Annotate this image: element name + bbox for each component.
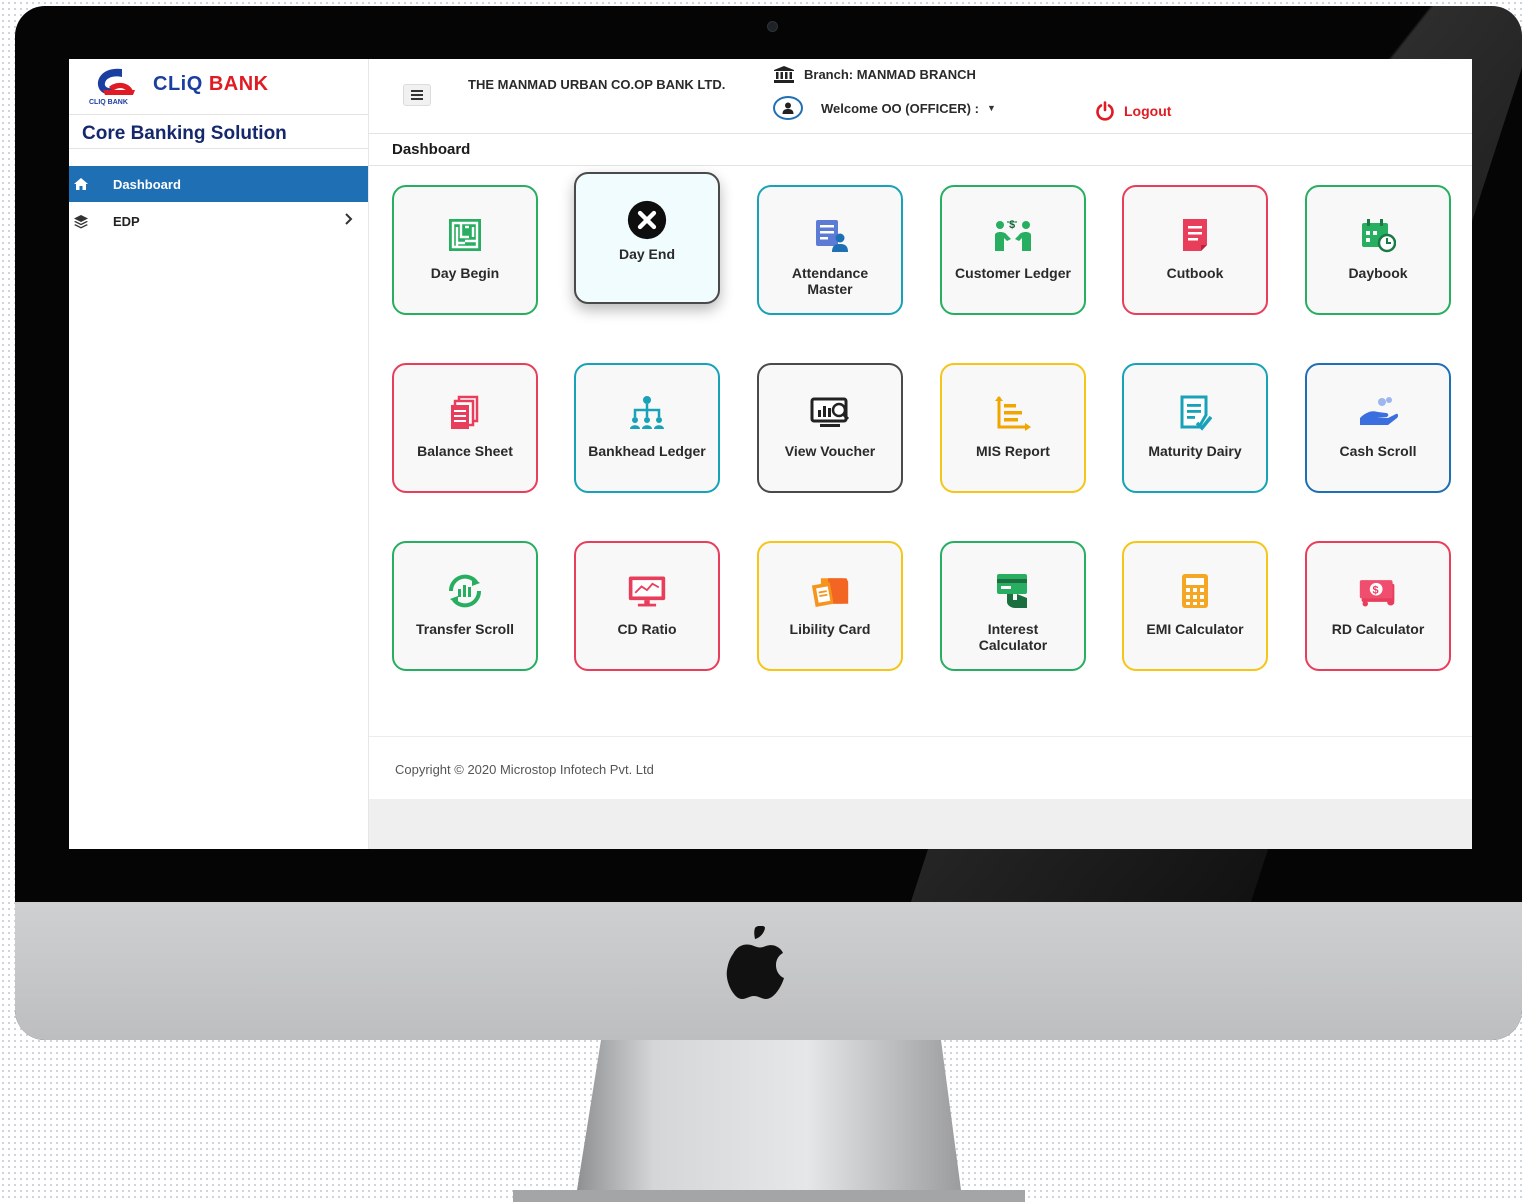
sidebar-item-label: EDP xyxy=(113,213,140,229)
close-circle-icon xyxy=(627,200,667,240)
sidebar-item-dashboard[interactable]: Dashboard xyxy=(69,166,368,202)
tile-label: Interest Calculator xyxy=(978,621,1048,653)
tile-label: Transfer Scroll xyxy=(415,621,515,637)
user-menu[interactable]: Welcome OO (OFFICER) : ▼ xyxy=(773,96,996,120)
document-icon xyxy=(1175,215,1215,255)
tile-label: Day End xyxy=(618,246,675,262)
sidebar: CLiQ BANK CLIQ BANK Core Banking Solutio… xyxy=(69,59,369,849)
tile-view-voucher[interactable]: View Voucher xyxy=(757,363,903,493)
tile-label: CD Ratio xyxy=(617,621,677,637)
brand-caption: CLIQ BANK xyxy=(89,99,128,106)
card-hand-icon xyxy=(993,571,1033,611)
bar-chart-icon xyxy=(993,393,1033,433)
copyright: Copyright © 2020 Microstop Infotech Pvt.… xyxy=(395,762,654,777)
tile-emi-calculator[interactable]: EMI Calculator xyxy=(1122,541,1268,671)
sidebar-item-edp[interactable]: EDP xyxy=(69,203,368,239)
tile-label: RD Calculator xyxy=(1331,621,1425,637)
folder-card-icon xyxy=(810,571,850,611)
svg-text:$: $ xyxy=(1373,585,1379,597)
branch-label: Branch: MANMAD BRANCH xyxy=(804,67,976,82)
app-screen: CLiQ BANK CLIQ BANK Core Banking Solutio… xyxy=(69,59,1472,849)
tile-transfer-scroll[interactable]: Transfer Scroll xyxy=(392,541,538,671)
monitor-search-icon xyxy=(810,393,850,433)
tile-customer-ledger[interactable]: $ Customer Ledger xyxy=(940,185,1086,315)
home-icon xyxy=(71,176,91,192)
tile-label: Customer Ledger xyxy=(955,265,1071,281)
logout-label: Logout xyxy=(1124,103,1172,119)
hand-coins-icon xyxy=(1358,393,1398,433)
tile-daybook[interactable]: Daybook xyxy=(1305,185,1451,315)
tile-day-begin[interactable]: Day Begin xyxy=(392,185,538,315)
monitor-stand xyxy=(513,1040,1025,1202)
cash-stack-icon: $ xyxy=(1358,571,1398,611)
attendance-icon xyxy=(810,215,850,255)
page-title: Dashboard xyxy=(392,141,471,158)
menu-toggle-button[interactable] xyxy=(403,84,431,106)
hierarchy-icon xyxy=(627,393,667,433)
calendar-clock-icon xyxy=(1358,215,1398,255)
tile-label: Cash Scroll xyxy=(1339,443,1417,459)
tile-rd-calculator[interactable]: $ RD Calculator xyxy=(1305,541,1451,671)
tile-bankhead-ledger[interactable]: Bankhead Ledger xyxy=(574,363,720,493)
bank-building-icon xyxy=(774,66,794,83)
branch-info: Branch: MANMAD BRANCH xyxy=(774,66,976,83)
calculator-icon xyxy=(1175,571,1215,611)
brand-name: CLiQ BANK xyxy=(153,73,269,96)
tile-balance-sheet[interactable]: Balance Sheet xyxy=(392,363,538,493)
tile-cd-ratio[interactable]: CD Ratio xyxy=(574,541,720,671)
tile-label: Maturity Dairy xyxy=(1148,443,1242,459)
logout-button[interactable]: Logout xyxy=(1095,101,1171,121)
tile-label: Daybook xyxy=(1348,265,1408,281)
apple-logo-icon xyxy=(726,926,784,1000)
tile-cutbook[interactable]: Cutbook xyxy=(1122,185,1268,315)
divider xyxy=(369,736,1472,737)
footer-band xyxy=(369,799,1472,849)
top-header: THE MANMAD URBAN CO.OP BANK LTD. Branch:… xyxy=(369,59,1472,134)
tile-maturity-dairy[interactable]: Maturity Dairy xyxy=(1122,363,1268,493)
power-icon xyxy=(1096,101,1114,121)
sidebar-item-label: Dashboard xyxy=(113,176,181,192)
divider xyxy=(69,148,368,149)
maze-icon xyxy=(445,215,485,255)
tile-label: Bankhead Ledger xyxy=(588,443,706,459)
tile-label: Cutbook xyxy=(1166,265,1224,281)
hamburger-icon xyxy=(411,90,423,100)
brand-name-part1: CLiQ xyxy=(153,73,203,95)
welcome-text: Welcome OO (OFFICER) : xyxy=(821,100,979,116)
app-title: Core Banking Solution xyxy=(82,123,287,144)
layers-icon xyxy=(71,213,91,229)
tile-label: EMI Calculator xyxy=(1146,621,1244,637)
tile-label: Balance Sheet xyxy=(417,443,513,459)
tile-label: MIS Report xyxy=(976,443,1050,459)
tile-libility-card[interactable]: Libility Card xyxy=(757,541,903,671)
monitor-chart-icon xyxy=(627,571,667,611)
divider xyxy=(369,165,1472,166)
tile-label: View Voucher xyxy=(784,443,876,459)
camera-dot xyxy=(767,21,778,32)
tile-label: Libility Card xyxy=(789,621,871,637)
tile-label: Attendance Master xyxy=(791,265,869,297)
brand-logo: CLiQ BANK CLIQ BANK xyxy=(85,65,355,113)
tile-label: Day Begin xyxy=(430,265,500,281)
user-avatar-icon xyxy=(773,96,803,120)
tile-interest-calculator[interactable]: Interest Calculator xyxy=(940,541,1086,671)
svg-text:$: $ xyxy=(1009,219,1015,231)
checklist-icon xyxy=(1175,393,1215,433)
tile-day-end[interactable]: Day End xyxy=(574,172,720,304)
tile-attendance-master[interactable]: Attendance Master xyxy=(757,185,903,315)
tile-mis-report[interactable]: MIS Report xyxy=(940,363,1086,493)
chevron-right-icon xyxy=(344,212,354,229)
money-exchange-icon: $ xyxy=(993,215,1033,255)
caret-down-icon: ▼ xyxy=(986,103,996,113)
brand-name-part2: BANK xyxy=(208,73,269,95)
divider xyxy=(69,114,368,115)
bank-name: THE MANMAD URBAN CO.OP BANK LTD. xyxy=(468,77,726,92)
refresh-chart-icon xyxy=(445,571,485,611)
documents-icon xyxy=(445,393,485,433)
tile-cash-scroll[interactable]: Cash Scroll xyxy=(1305,363,1451,493)
